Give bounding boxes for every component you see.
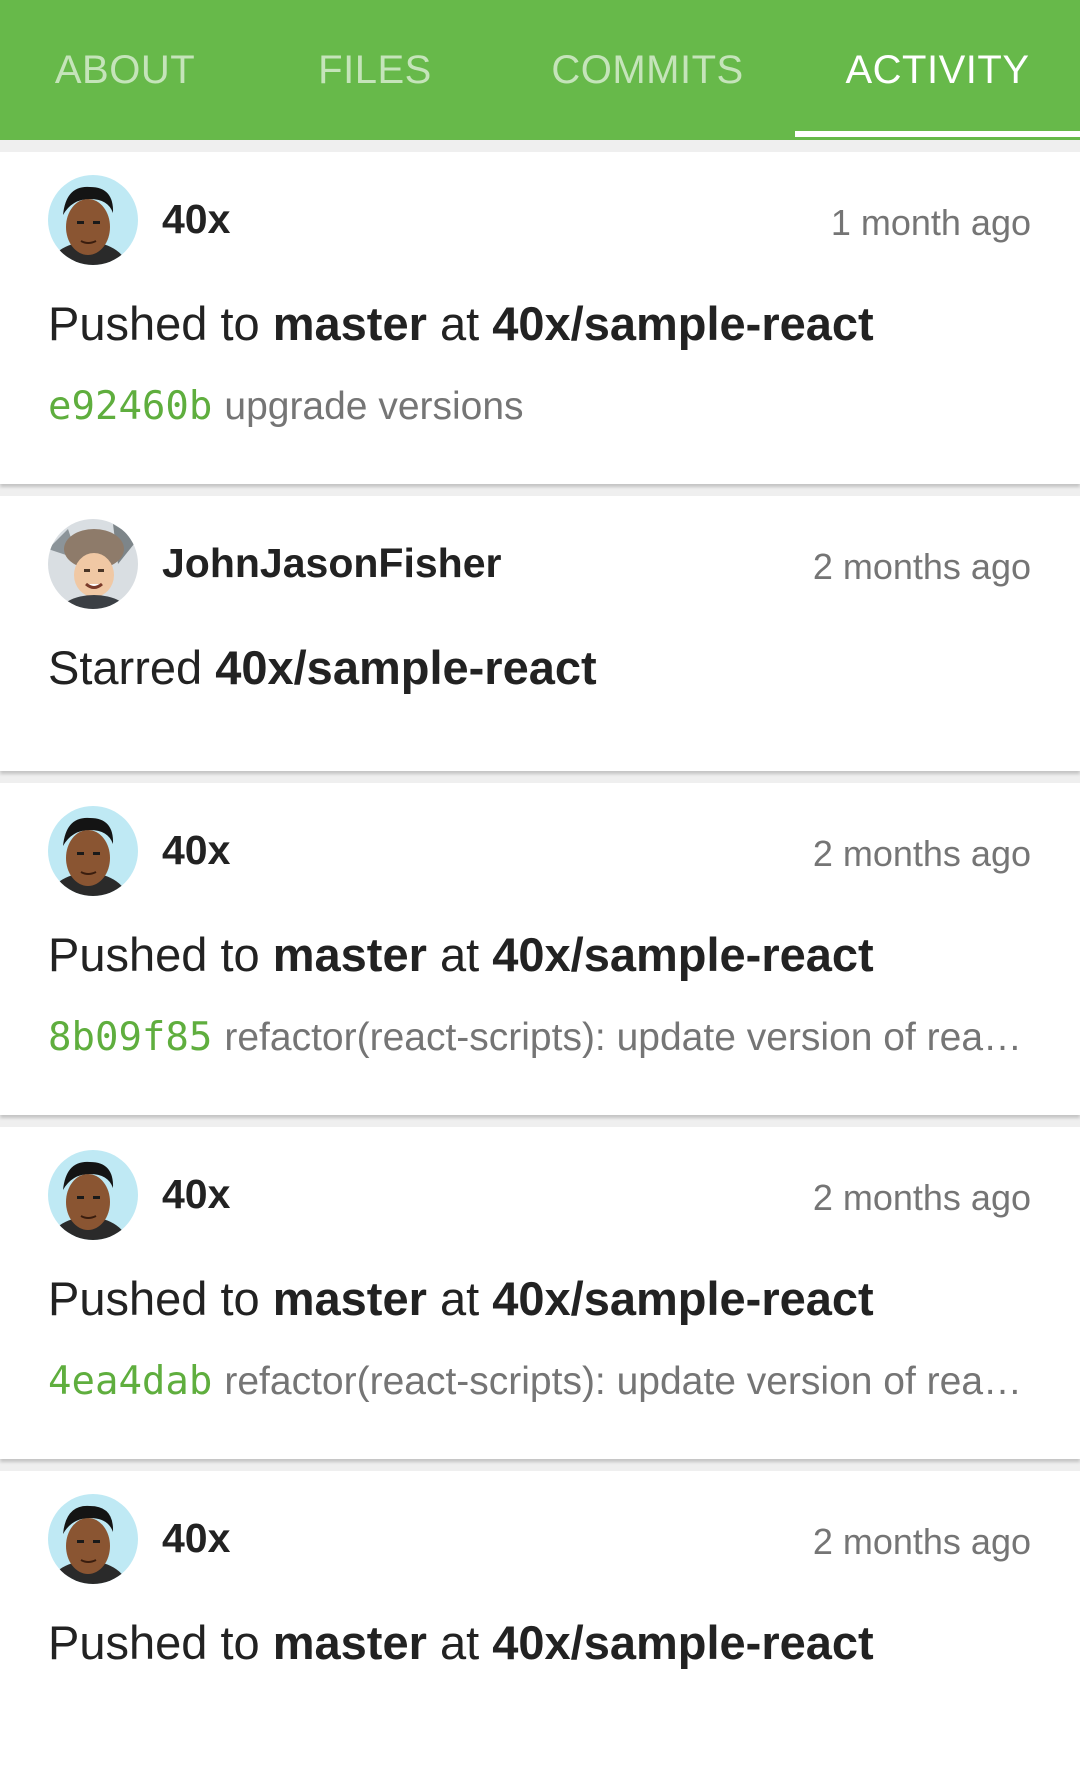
username[interactable]: 40x	[162, 196, 230, 243]
commit-message: refactor(react-scripts): update version …	[224, 1016, 1030, 1059]
activity-card[interactable]: JohnJasonFisher 2 months ago Starred 40x…	[0, 496, 1080, 771]
activity-text: Starred 40x/sample-react	[48, 640, 597, 695]
tab-about-label: ABOUT	[54, 47, 196, 92]
commit-sha[interactable]: 8b09f85	[48, 1015, 212, 1060]
branch-name[interactable]: master	[273, 928, 427, 981]
repo-link[interactable]: 40x/sample-react	[492, 1272, 873, 1325]
repo-link[interactable]: 40x/sample-react	[492, 1616, 873, 1669]
avatar[interactable]	[48, 1494, 138, 1584]
avatar[interactable]	[48, 519, 138, 609]
commit-message: upgrade versions	[224, 385, 524, 428]
repo-link[interactable]: 40x/sample-react	[492, 297, 873, 350]
avatar[interactable]	[48, 175, 138, 265]
timestamp: 2 months ago	[812, 1177, 1031, 1218]
activity-text: Pushed to master at 40x/sample-react	[48, 1271, 874, 1326]
repo-link[interactable]: 40x/sample-react	[492, 928, 873, 981]
tab-files[interactable]: FILES	[250, 0, 500, 140]
activity-verb: Starred	[48, 641, 203, 694]
activity-at: at	[439, 1616, 480, 1669]
commit-line[interactable]: 4ea4dab refactor(react-scripts): update v…	[48, 1359, 1030, 1404]
avatar[interactable]	[48, 1150, 138, 1240]
branch-name[interactable]: master	[273, 1616, 427, 1669]
tab-bar: ABOUT FILES COMMITS ACTIVITY	[0, 0, 1080, 140]
commit-sha[interactable]: 4ea4dab	[48, 1359, 212, 1404]
activity-card[interactable]: 40x 2 months ago Pushed to master at 40x…	[0, 1471, 1080, 1771]
commit-message: refactor(react-scripts): update version …	[224, 1360, 1030, 1403]
username[interactable]: 40x	[162, 1515, 230, 1562]
username[interactable]: 40x	[162, 827, 230, 874]
activity-feed: 40x 1 month ago Pushed to master at 40x/…	[0, 140, 1080, 1771]
activity-verb: Pushed to	[48, 1616, 260, 1669]
tab-files-label: FILES	[318, 47, 432, 92]
activity-at: at	[439, 928, 480, 981]
activity-at: at	[439, 297, 480, 350]
activity-verb: Pushed to	[48, 928, 260, 981]
timestamp: 1 month ago	[830, 202, 1031, 243]
selected-tab-indicator	[795, 131, 1080, 137]
activity-text: Pushed to master at 40x/sample-react	[48, 1615, 874, 1670]
activity-verb: Pushed to	[48, 1272, 260, 1325]
branch-name[interactable]: master	[273, 297, 427, 350]
commit-line[interactable]: 8b09f85 refactor(react-scripts): update v…	[48, 1015, 1030, 1060]
timestamp: 2 months ago	[812, 1521, 1031, 1562]
timestamp: 2 months ago	[812, 546, 1031, 587]
username[interactable]: JohnJasonFisher	[162, 540, 501, 587]
commit-line[interactable]: e92460b upgrade versions	[48, 384, 1030, 429]
timestamp: 2 months ago	[812, 833, 1031, 874]
repo-link[interactable]: 40x/sample-react	[215, 641, 596, 694]
activity-verb: Pushed to	[48, 297, 260, 350]
activity-text: Pushed to master at 40x/sample-react	[48, 927, 874, 982]
activity-text: Pushed to master at 40x/sample-react	[48, 296, 874, 351]
tab-about[interactable]: ABOUT	[0, 0, 250, 140]
branch-name[interactable]: master	[273, 1272, 427, 1325]
tab-commits-label: COMMITS	[551, 47, 744, 92]
activity-card[interactable]: 40x 2 months ago Pushed to master at 40x…	[0, 783, 1080, 1115]
tab-activity-label: ACTIVITY	[845, 47, 1030, 92]
tab-commits[interactable]: COMMITS	[500, 0, 795, 140]
tab-activity[interactable]: ACTIVITY	[795, 0, 1080, 140]
avatar[interactable]	[48, 806, 138, 896]
activity-card[interactable]: 40x 1 month ago Pushed to master at 40x/…	[0, 152, 1080, 484]
username[interactable]: 40x	[162, 1171, 230, 1218]
commit-sha[interactable]: e92460b	[48, 384, 212, 429]
activity-card[interactable]: 40x 2 months ago Pushed to master at 40x…	[0, 1127, 1080, 1459]
activity-at: at	[439, 1272, 480, 1325]
